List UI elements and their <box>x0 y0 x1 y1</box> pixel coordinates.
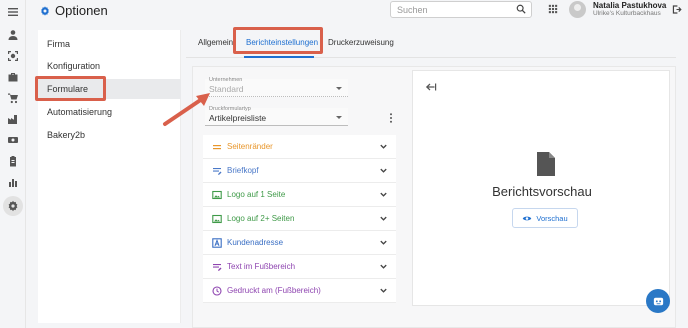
section-logo-1-seite[interactable]: Logo auf 1 Seite <box>203 183 396 207</box>
user-name: Natalia Pastukhova <box>593 1 667 10</box>
text-edit-icon <box>213 264 222 271</box>
document-icon <box>537 152 555 176</box>
section-text-fussbereich[interactable]: Text im Fußbereich <box>203 255 396 279</box>
page-title-text: Optionen <box>55 3 108 18</box>
settings-menu: Firma Konfiguration Formulare Automatisi… <box>38 30 181 323</box>
settings-icon[interactable] <box>6 199 20 213</box>
section-gedruckt-am[interactable]: Gedruckt am (Fußbereich) <box>203 279 396 303</box>
address-icon <box>212 238 222 248</box>
search-input[interactable]: Suchen <box>390 1 532 18</box>
section-label: Logo auf 2+ Seiten <box>227 214 295 223</box>
chart-icon[interactable] <box>6 175 20 189</box>
eye-icon <box>523 216 532 220</box>
cart-icon[interactable] <box>6 91 20 105</box>
section-label: Text im Fußbereich <box>227 262 296 271</box>
gear-icon <box>41 5 49 16</box>
section-label: Kundenadresse <box>227 238 284 247</box>
top-header: Optionen Suchen Natalia Pastukhova Ulrik… <box>26 0 688 22</box>
search-placeholder: Suchen <box>397 5 428 15</box>
briefcase-icon[interactable] <box>6 70 20 84</box>
more-options-icon[interactable] <box>389 113 393 123</box>
chat-bot-icon <box>653 297 663 305</box>
section-label: Gedruckt am (Fußbereich) <box>227 286 321 295</box>
section-label: Briefkopf <box>227 166 259 175</box>
menu-item-automatisierung[interactable]: Automatisierung <box>38 102 181 122</box>
chevron-down-icon <box>380 192 387 197</box>
logout-icon[interactable] <box>671 4 682 15</box>
preview-button-label: Vorschau <box>536 213 568 223</box>
avatar[interactable] <box>569 1 586 18</box>
user-company: Ulrike's Kulturbackhaus <box>593 10 661 17</box>
content-area: Unternehmen Standard Druckformulartyp Ar… <box>192 66 676 328</box>
clock-icon <box>212 286 222 296</box>
image-icon <box>212 214 222 224</box>
highlight-box-menu <box>35 76 106 101</box>
main-panel: Allgemein Berichteinstellungen Druckerzu… <box>186 26 676 328</box>
chevron-down-icon <box>336 87 342 90</box>
search-icon[interactable] <box>516 4 526 14</box>
section-seitenraender[interactable]: Seitenränder <box>203 135 396 159</box>
page-title: Optionen <box>40 3 108 18</box>
menu-item-firma[interactable]: Firma <box>38 34 181 54</box>
chevron-down-icon <box>380 168 387 173</box>
section-briefkopf[interactable]: Briefkopf <box>203 159 396 183</box>
section-logo-2-seiten[interactable]: Logo auf 2+ Seiten <box>203 207 396 231</box>
section-label: Seitenränder <box>227 142 273 151</box>
letterhead-icon <box>213 168 222 175</box>
chat-widget-button[interactable] <box>646 289 670 313</box>
money-icon[interactable] <box>6 133 20 147</box>
form-type-select[interactable]: Druckformulartyp Artikelpreisliste <box>205 106 348 126</box>
factory-icon[interactable] <box>6 112 20 126</box>
menu-item-bakery2b[interactable]: Bakery2b <box>38 125 181 145</box>
company-value: Standard <box>209 84 244 94</box>
form-type-value: Artikelpreisliste <box>209 113 267 123</box>
chevron-down-icon <box>380 264 387 269</box>
chevron-down-icon <box>336 116 342 119</box>
chevron-down-icon <box>380 216 387 221</box>
tab-druckerzuweisung[interactable]: Druckerzuweisung <box>328 38 394 47</box>
collapse-left-icon[interactable] <box>425 82 437 92</box>
highlight-box-tab <box>233 27 323 54</box>
section-kundenadresse[interactable]: Kundenadresse <box>203 231 396 255</box>
chevron-down-icon <box>380 144 387 149</box>
form-type-label: Druckformulartyp <box>209 106 251 112</box>
company-select: Unternehmen Standard <box>205 77 348 97</box>
left-rail <box>0 0 26 328</box>
report-preview-card: Berichtsvorschau Vorschau <box>412 70 670 306</box>
image-icon <box>212 190 222 200</box>
tab-allgemein[interactable]: Allgemein <box>198 38 233 47</box>
company-label: Unternehmen <box>209 77 243 83</box>
person-icon[interactable] <box>6 28 20 42</box>
chevron-down-icon <box>380 240 387 245</box>
chevron-down-icon <box>380 288 387 293</box>
preview-button[interactable]: Vorschau <box>512 208 578 228</box>
margins-icon <box>213 145 221 150</box>
apps-grid-icon[interactable] <box>548 4 558 14</box>
clipboard-icon[interactable] <box>6 154 20 168</box>
menu-item-konfiguration[interactable]: Konfiguration <box>38 56 181 76</box>
menu-icon[interactable] <box>6 5 20 19</box>
active-tab-indicator <box>244 56 314 58</box>
face-scan-icon[interactable] <box>6 49 20 63</box>
section-label: Logo auf 1 Seite <box>227 190 286 199</box>
preview-title: Berichtsvorschau <box>492 184 592 199</box>
